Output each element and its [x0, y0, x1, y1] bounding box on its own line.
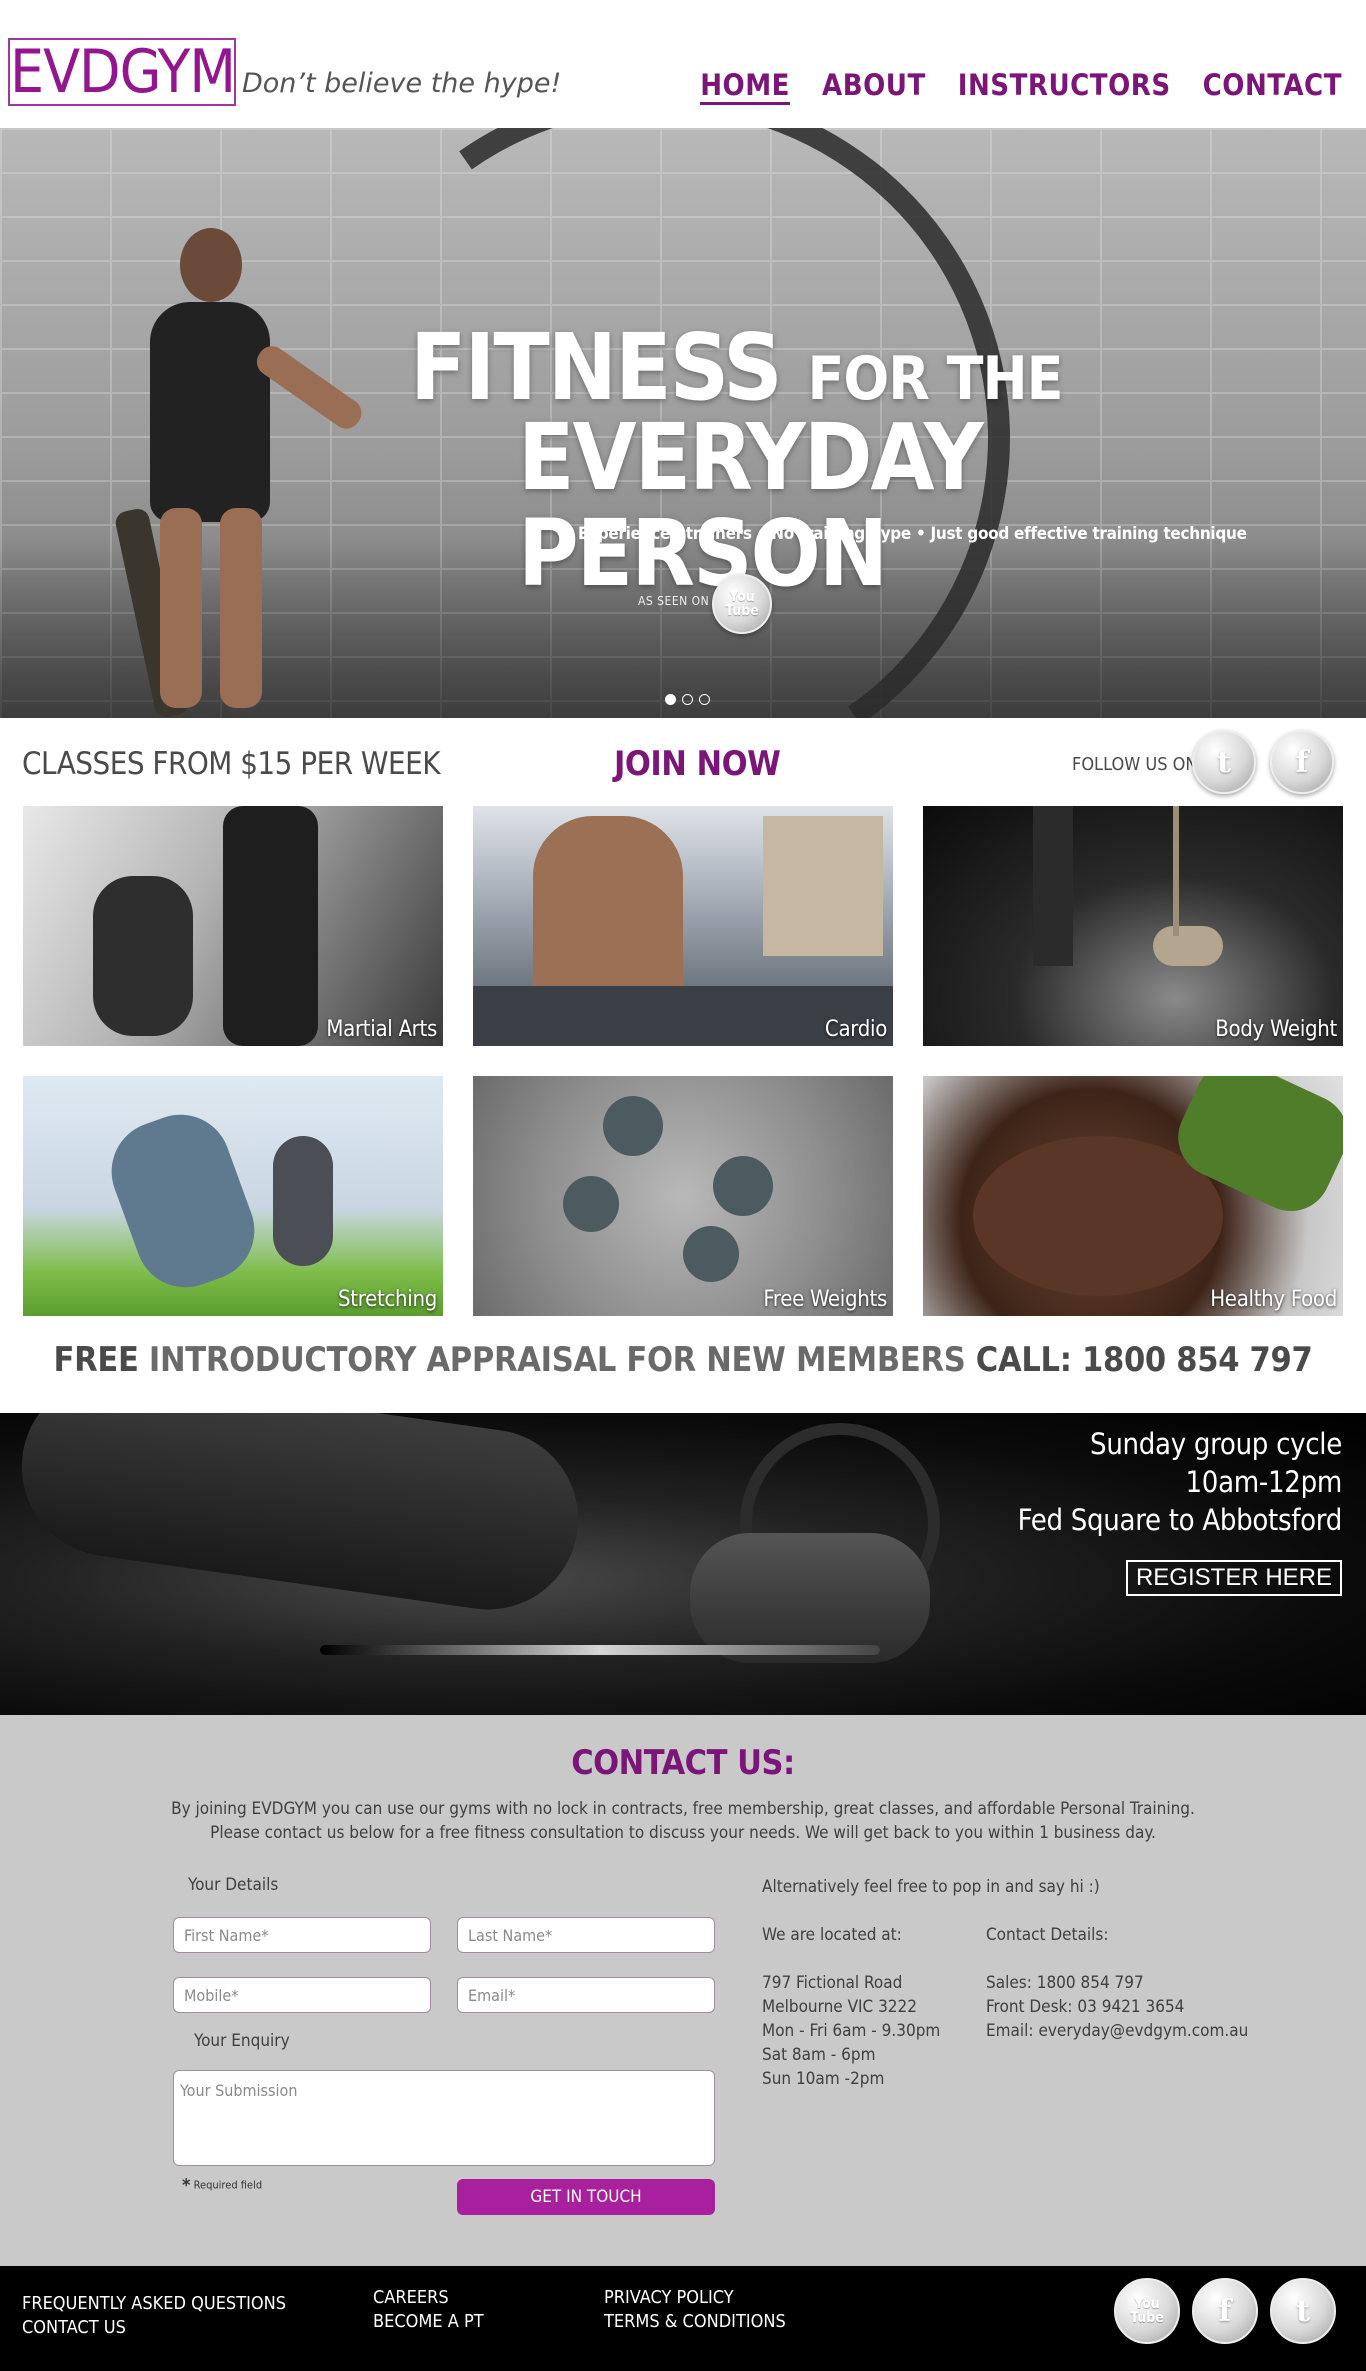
address-block: 797 Fictional Road Melbourne VIC 3222 Mo…	[762, 1973, 941, 2089]
tagline: Don’t believe the hype!	[242, 68, 562, 99]
footer-link-contact[interactable]: CONTACT US	[22, 2316, 286, 2340]
email-field[interactable]	[457, 1977, 715, 2013]
nav-instructors[interactable]: INSTRUCTORS	[958, 68, 1171, 105]
appraisal-text: INTRODUCTORY APPRAISAL FOR NEW MEMBERS	[148, 1340, 966, 1380]
class-tile-body-weight[interactable]: Body Weight	[923, 806, 1343, 1046]
site-footer: FREQUENTLY ASKED QUESTIONS CONTACT US CA…	[0, 2266, 1366, 2371]
hero-headline-line2: EVERYDAY PERSON	[518, 404, 984, 607]
slider-dot-3[interactable]	[699, 694, 710, 705]
site-header: EVDGYM Don’t believe the hype! HOME ABOU…	[0, 0, 1366, 128]
cycle-route: Fed Square to Abbotsford	[1017, 1503, 1343, 1537]
classes-price: CLASSES FROM $15 PER WEEK	[22, 746, 441, 782]
get-in-touch-button[interactable]: GET IN TOUCH	[457, 2179, 715, 2215]
nav-home[interactable]: HOME	[700, 68, 791, 105]
twitter-icon[interactable]: t	[1192, 730, 1256, 794]
logo[interactable]: EVDGYM	[8, 38, 236, 106]
contact-intro: By joining EVDGYM you can use our gyms w…	[171, 1799, 1195, 1843]
slider-dots	[665, 694, 710, 705]
handlebar-highlight	[320, 1645, 880, 1655]
cyclist-arm	[10, 1413, 590, 1622]
submission-textarea[interactable]	[173, 2070, 715, 2166]
twitter-icon[interactable]: t	[1270, 2278, 1336, 2344]
class-tile-cardio[interactable]: Cardio	[473, 806, 893, 1046]
cycle-time: 10am-12pm	[1185, 1465, 1343, 1499]
contact-section: CONTACT US: By joining EVDGYM you can us…	[0, 1715, 1366, 2266]
class-caption: Martial Arts	[326, 1017, 437, 1042]
contact-details-block: Sales: 1800 854 797 Front Desk: 03 9421 …	[986, 1973, 1249, 2041]
slider-dot-2[interactable]	[682, 694, 693, 705]
facebook-icon[interactable]: f	[1270, 730, 1334, 794]
class-caption: Stretching	[338, 1287, 437, 1312]
your-enquiry-label: Your Enquiry	[194, 2031, 290, 2051]
class-tile-free-weights[interactable]: Free Weights	[473, 1076, 893, 1316]
class-tile-martial-arts[interactable]: Martial Arts	[23, 806, 443, 1046]
as-seen-on-label: AS SEEN ON	[638, 594, 710, 608]
contact-title: CONTACT US:	[571, 1743, 795, 1783]
slider-dot-1[interactable]	[665, 694, 676, 705]
class-tile-stretching[interactable]: Stretching	[23, 1076, 443, 1316]
last-name-field[interactable]	[457, 1917, 715, 1953]
footer-link-privacy[interactable]: PRIVACY POLICY	[604, 2286, 786, 2310]
your-details-label: Your Details	[188, 1875, 279, 1895]
class-tile-healthy-food[interactable]: Healthy Food	[923, 1076, 1343, 1316]
free-appraisal-banner: FREE INTRODUCTORY APPRAISAL FOR NEW MEMB…	[0, 1340, 1366, 1380]
appraisal-phone[interactable]: CALL: 1800 854 797	[976, 1340, 1313, 1380]
hero-banner: FITNESS FOR THE EVERYDAY PERSON Experien…	[0, 128, 1366, 718]
class-caption: Cardio	[824, 1017, 887, 1042]
group-cycle-banner: Sunday group cycle 10am-12pm Fed Square …	[0, 1413, 1366, 1715]
cycle-title: Sunday group cycle	[1090, 1427, 1342, 1461]
footer-link-careers[interactable]: CAREERS	[373, 2286, 484, 2310]
footer-col-2: CAREERS BECOME A PT	[373, 2286, 484, 2334]
register-button[interactable]: REGISTER HERE	[1125, 1560, 1342, 1596]
appraisal-free: FREE	[53, 1340, 139, 1380]
located-label: We are located at:	[762, 1925, 902, 1945]
athlete-figure	[120, 228, 367, 718]
class-caption: Body Weight	[1215, 1017, 1337, 1042]
class-caption: Free Weights	[763, 1287, 887, 1312]
first-name-field[interactable]	[173, 1917, 431, 1953]
alternative-text: Alternatively feel free to pop in and sa…	[762, 1877, 1100, 1897]
follow-us-label: FOLLOW US ON	[1072, 754, 1198, 775]
hero-subheadline: Experienced trainers • No training hype …	[578, 524, 1247, 544]
facebook-icon[interactable]: f	[1192, 2278, 1258, 2344]
nav-about[interactable]: ABOUT	[822, 68, 926, 105]
mobile-field[interactable]	[173, 1977, 431, 2013]
footer-col-1: FREQUENTLY ASKED QUESTIONS CONTACT US	[22, 2292, 286, 2340]
footer-col-3: PRIVACY POLICY TERMS & CONDITIONS	[604, 2286, 786, 2334]
cyclist-hand	[690, 1533, 930, 1663]
promo-strip: CLASSES FROM $15 PER WEEK JOIN NOW FOLLO…	[0, 718, 1366, 810]
youtube-badge-icon[interactable]: You Tube	[712, 574, 772, 634]
contact-details-label: Contact Details:	[986, 1925, 1109, 1945]
class-caption: Healthy Food	[1210, 1287, 1337, 1312]
footer-link-become-pt[interactable]: BECOME A PT	[373, 2310, 484, 2334]
nav-contact[interactable]: CONTACT	[1203, 68, 1342, 105]
youtube-icon[interactable]: You Tube	[1114, 2278, 1180, 2344]
required-note: * Required field	[182, 2175, 263, 2196]
join-now-link[interactable]: JOIN NOW	[614, 744, 781, 784]
footer-link-faq[interactable]: FREQUENTLY ASKED QUESTIONS	[22, 2292, 286, 2316]
footer-link-terms[interactable]: TERMS & CONDITIONS	[604, 2310, 786, 2334]
main-nav: HOME ABOUT INSTRUCTORS CONTACT	[700, 68, 1342, 105]
